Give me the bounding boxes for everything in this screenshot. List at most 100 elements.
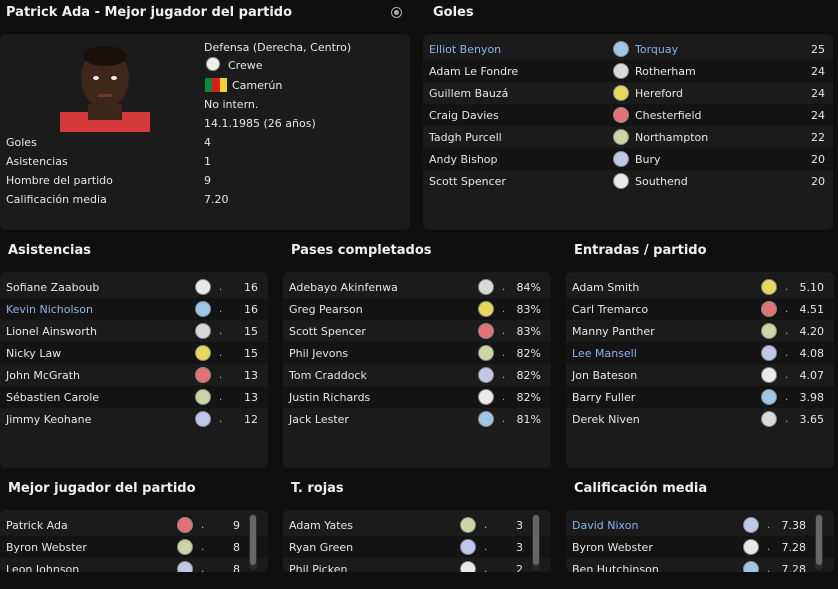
list-item[interactable]: Adebayo Akinfenwa. 84% [283, 276, 551, 298]
player-name-link[interactable]: Patrick Ada [6, 519, 68, 532]
club-badge-icon[interactable] [478, 323, 494, 339]
club-badge-icon[interactable] [195, 279, 211, 295]
list-item[interactable]: Patrick Ada. 9 [0, 514, 268, 536]
player-name-link[interactable]: Adam Le Fondre [429, 65, 518, 78]
player-name-link[interactable]: Sofiane Zaaboub [6, 281, 99, 294]
list-item[interactable]: Scott Spencer. 83% [283, 320, 551, 342]
player-name-link[interactable]: Byron Webster [6, 541, 87, 554]
club-badge-icon[interactable] [460, 517, 476, 533]
club-badge-icon[interactable] [478, 367, 494, 383]
club-name-link[interactable]: Southend [635, 175, 688, 188]
list-item[interactable]: Sofiane Zaaboub. 16 [0, 276, 268, 298]
list-item[interactable]: Craig Davies Chesterfield 24 [423, 104, 833, 126]
list-item[interactable]: John McGrath. 13 [0, 364, 268, 386]
player-name-link[interactable]: Nicky Law [6, 347, 61, 360]
list-item[interactable]: Leon Johnson. 8 [0, 558, 268, 572]
list-item[interactable]: Byron Webster. 8 [0, 536, 268, 558]
player-name-link[interactable]: John McGrath [6, 369, 80, 382]
player-name-link[interactable]: Guillem Bauzá [429, 87, 508, 100]
player-name-link[interactable]: Craig Davies [429, 109, 499, 122]
list-item[interactable]: David Nixon. 7.38 [566, 514, 834, 536]
list-item[interactable]: Kevin Nicholson. 16 [0, 298, 268, 320]
player-name-link[interactable]: Ryan Green [289, 541, 353, 554]
club-badge-icon[interactable] [460, 561, 476, 572]
club-badge-icon[interactable] [195, 323, 211, 339]
club-badge-icon[interactable] [613, 63, 629, 79]
list-item[interactable]: Justin Richards. 82% [283, 386, 551, 408]
player-name-link[interactable]: Tadgh Purcell [429, 131, 502, 144]
player-name-link[interactable]: Jon Bateson [572, 369, 637, 382]
player-name-link[interactable]: Byron Webster [572, 541, 653, 554]
player-name-link[interactable]: Adam Yates [289, 519, 353, 532]
club-badge-icon[interactable] [478, 301, 494, 317]
club-name-link[interactable]: Hereford [635, 87, 683, 100]
player-name-link[interactable]: Derek Niven [572, 413, 640, 426]
list-item[interactable]: Guillem Bauzá Hereford 24 [423, 82, 833, 104]
club-badge-icon[interactable] [195, 411, 211, 427]
player-name-link[interactable]: Phil Picken [289, 563, 347, 573]
club-badge-icon[interactable] [613, 85, 629, 101]
club-name-link[interactable]: Northampton [635, 131, 708, 144]
list-item[interactable]: Lee Mansell. 4.08 [566, 342, 834, 364]
player-name-link[interactable]: Adebayo Akinfenwa [289, 281, 398, 294]
player-name-link[interactable]: Kevin Nicholson [6, 303, 93, 316]
scrollbar-thumb[interactable] [816, 515, 822, 565]
list-item[interactable]: Adam Le Fondre Rotherham 24 [423, 60, 833, 82]
player-name-link[interactable]: Andy Bishop [429, 153, 498, 166]
scrollbar-thumb[interactable] [250, 515, 256, 565]
player-name-link[interactable]: Lionel Ainsworth [6, 325, 97, 338]
scrollbar-thumb[interactable] [533, 515, 539, 565]
club-badge-icon[interactable] [195, 367, 211, 383]
club-badge-icon[interactable] [206, 57, 220, 71]
club-badge-icon[interactable] [613, 173, 629, 189]
list-item[interactable]: Phil Picken. 2 [283, 558, 551, 572]
player-name-link[interactable]: Jack Lester [289, 413, 349, 426]
list-item[interactable]: Derek Niven. 3.65 [566, 408, 834, 430]
list-item[interactable]: Adam Smith. 5.10 [566, 276, 834, 298]
player-name-link[interactable]: Manny Panther [572, 325, 655, 338]
player-nation[interactable]: Camerún [232, 79, 282, 92]
list-item[interactable]: Andy Bishop Bury 20 [423, 148, 833, 170]
list-item[interactable]: Jon Bateson. 4.07 [566, 364, 834, 386]
player-name-link[interactable]: Ben Hutchinson [572, 563, 659, 573]
list-item[interactable]: Greg Pearson. 83% [283, 298, 551, 320]
club-badge-icon[interactable] [460, 539, 476, 555]
club-badge-icon[interactable] [613, 129, 629, 145]
club-badge-icon[interactable] [743, 539, 759, 555]
club-badge-icon[interactable] [743, 517, 759, 533]
club-badge-icon[interactable] [613, 41, 629, 57]
player-name-link[interactable]: Greg Pearson [289, 303, 363, 316]
club-badge-icon[interactable] [761, 279, 777, 295]
list-item[interactable]: Phil Jevons. 82% [283, 342, 551, 364]
club-badge-icon[interactable] [195, 345, 211, 361]
club-badge-icon[interactable] [177, 561, 193, 572]
player-name-link[interactable]: Elliot Benyon [429, 43, 501, 56]
player-name-link[interactable]: Carl Tremarco [572, 303, 648, 316]
list-item[interactable]: Ryan Green. 3 [283, 536, 551, 558]
club-badge-icon[interactable] [177, 539, 193, 555]
list-item[interactable]: Nicky Law. 15 [0, 342, 268, 364]
list-item[interactable]: Scott Spencer Southend 20 [423, 170, 833, 192]
player-name-link[interactable]: Sébastien Carole [6, 391, 99, 404]
player-name-link[interactable]: Lee Mansell [572, 347, 637, 360]
club-badge-icon[interactable] [761, 367, 777, 383]
player-name-link[interactable]: Tom Craddock [289, 369, 367, 382]
club-badge-icon[interactable] [478, 389, 494, 405]
list-item[interactable]: Tadgh Purcell Northampton 22 [423, 126, 833, 148]
club-badge-icon[interactable] [761, 301, 777, 317]
player-name-link[interactable]: Adam Smith [572, 281, 639, 294]
club-name-link[interactable]: Chesterfield [635, 109, 702, 122]
list-item[interactable]: Sébastien Carole. 13 [0, 386, 268, 408]
club-badge-icon[interactable] [761, 345, 777, 361]
club-badge-icon[interactable] [761, 389, 777, 405]
club-badge-icon[interactable] [478, 411, 494, 427]
list-item[interactable]: Elliot Benyon Torquay 25 [423, 38, 833, 60]
player-name-link[interactable]: Barry Fuller [572, 391, 635, 404]
list-item[interactable]: Carl Tremarco. 4.51 [566, 298, 834, 320]
club-name-link[interactable]: Bury [635, 153, 661, 166]
player-name-link[interactable]: Leon Johnson [6, 563, 79, 573]
club-badge-icon[interactable] [613, 107, 629, 123]
scrollbar[interactable] [532, 514, 540, 570]
club-badge-icon[interactable] [761, 411, 777, 427]
radio-icon[interactable] [391, 7, 402, 18]
